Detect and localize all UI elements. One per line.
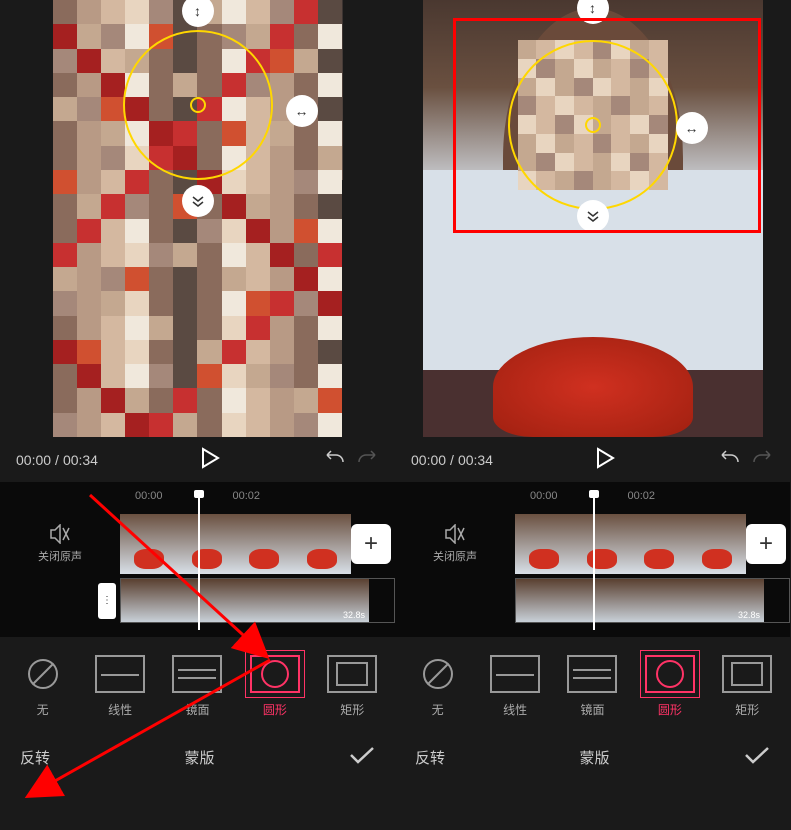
invert-button[interactable]: 反转 — [415, 747, 445, 768]
panel-title: 蒙版 — [185, 747, 215, 768]
mask-center-handle[interactable] — [585, 117, 601, 133]
mask-rect[interactable]: 矩形 — [323, 651, 381, 722]
mask-linear[interactable]: 线性 — [91, 651, 149, 722]
audio-mute-button[interactable]: 关闭原声 — [395, 514, 515, 574]
time-bar: 00:00/00:34 — [0, 437, 395, 482]
linear-icon — [95, 655, 145, 693]
undo-redo-group — [718, 449, 774, 470]
speaker-icon — [49, 524, 71, 544]
feather-handle[interactable] — [182, 185, 214, 217]
current-time: 00:00 — [16, 452, 51, 468]
confirm-button[interactable] — [349, 746, 375, 768]
bottom-bar: 反转 蒙版 — [0, 732, 395, 782]
mask-options: 无 线性 镜面 圆形 矩形 — [395, 637, 790, 732]
playhead[interactable] — [198, 490, 200, 630]
mask-rect[interactable]: 矩形 — [718, 651, 776, 722]
rect-icon — [722, 655, 772, 693]
mute-label: 关闭原声 — [38, 548, 82, 564]
mask-center-handle[interactable] — [190, 97, 206, 113]
play-button[interactable] — [595, 447, 615, 472]
time-display: 00:00/00:34 — [411, 452, 493, 468]
mirror-icon — [567, 655, 617, 693]
mask-none[interactable]: 无 — [409, 651, 467, 722]
mask-circle[interactable]: 圆形 — [246, 651, 304, 722]
playhead[interactable] — [593, 490, 595, 630]
track-thumbnails[interactable] — [120, 514, 351, 574]
resize-horizontal-handle[interactable]: ↔ — [676, 112, 708, 144]
mirror-icon — [172, 655, 222, 693]
preview-image: ↕ ↔ — [423, 0, 763, 437]
panel-title: 蒙版 — [580, 747, 610, 768]
none-icon — [18, 655, 68, 693]
time-display: 00:00/00:34 — [16, 452, 98, 468]
bottom-bar: 反转 蒙版 — [395, 732, 790, 782]
add-clip-button[interactable]: + — [746, 524, 786, 564]
total-time: 00:34 — [63, 452, 98, 468]
preview-image: ↕ ↔ — [53, 0, 343, 437]
feather-handle[interactable] — [577, 200, 609, 232]
track-thumbnails[interactable] — [515, 514, 746, 574]
rect-icon — [327, 655, 377, 693]
panel-left: ↕ ↔ 00:00/00:34 00:00 00:02 关闭原声 + — [0, 0, 395, 830]
circle-icon — [250, 655, 300, 693]
clip-duration: 32.8s — [343, 610, 365, 620]
mask-linear[interactable]: 线性 — [486, 651, 544, 722]
mask-none[interactable]: 无 — [14, 651, 72, 722]
mask-circle-overlay[interactable] — [123, 30, 273, 180]
speaker-icon — [444, 524, 466, 544]
timeline[interactable]: 00:00 00:02 关闭原声 + ⋮ 32.8s — [0, 482, 395, 637]
clip-trim-handle[interactable]: ⋮ — [98, 583, 116, 619]
linear-icon — [490, 655, 540, 693]
none-icon — [413, 655, 463, 693]
time-bar: 00:00/00:34 — [395, 437, 790, 482]
confirm-button[interactable] — [744, 746, 770, 768]
mask-mirror[interactable]: 镜面 — [563, 651, 621, 722]
audio-mute-button[interactable]: 关闭原声 — [0, 514, 120, 574]
redo-button[interactable] — [752, 449, 774, 470]
mask-mirror[interactable]: 镜面 — [168, 651, 226, 722]
resize-horizontal-handle[interactable]: ↔ — [286, 95, 318, 127]
undo-button[interactable] — [718, 449, 740, 470]
timeline[interactable]: 00:00 00:02 关闭原声 + 32.8s — [395, 482, 790, 637]
mask-circle[interactable]: 圆形 — [641, 651, 699, 722]
undo-button[interactable] — [323, 449, 345, 470]
overlay-thumbnails[interactable]: 32.8s — [120, 578, 395, 623]
undo-redo-group — [323, 449, 379, 470]
redo-button[interactable] — [357, 449, 379, 470]
mask-options: 无 线性 镜面 圆形 矩形 — [0, 637, 395, 732]
overlay-thumbnails[interactable]: 32.8s — [515, 578, 790, 623]
mask-circle-overlay[interactable] — [508, 40, 678, 210]
preview-area[interactable]: ↕ ↔ — [0, 0, 395, 437]
play-button[interactable] — [200, 447, 220, 472]
preview-area[interactable]: ↕ ↔ — [395, 0, 790, 437]
circle-icon — [645, 655, 695, 693]
add-clip-button[interactable]: + — [351, 524, 391, 564]
panel-right: ↕ ↔ 00:00/00:34 00:00 00:02 关闭原声 + — [395, 0, 790, 830]
invert-button[interactable]: 反转 — [20, 747, 50, 768]
